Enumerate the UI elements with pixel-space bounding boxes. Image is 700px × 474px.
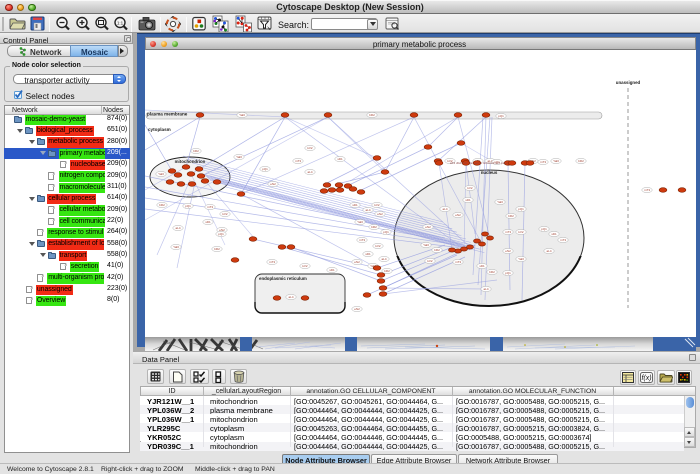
svg-text:mT3: mT3 [505,230,511,234]
svg-text:pQ1: pQ1 [383,230,389,234]
svg-text:eN2: eN2 [425,225,431,229]
svg-text:Yal0: Yal0 [357,220,363,224]
svg-text:Yal0: Yal0 [518,257,524,261]
svg-text:mT3: mT3 [207,205,213,209]
svg-text:aL4: aL4 [546,249,551,253]
svg-text:mT3: mT3 [455,260,461,264]
svg-text:1:1: 1:1 [117,21,124,26]
svg-text:mT3: mT3 [540,160,546,164]
svg-text:sD1: sD1 [329,268,335,272]
svg-text:aT2 dG1 rR0 annotation.GO bC4: aT2 dG1 rR0 annotation.GO bC4 nnX paL2 [450,161,508,165]
svg-text:bR2: bR2 [508,214,514,218]
svg-text:aL4: aL4 [381,257,386,261]
svg-text:unassigned: unassigned [615,80,640,85]
svg-text:bR2: bR2 [214,247,220,251]
svg-text:mT3: mT3 [560,238,566,242]
svg-text:eN2: eN2 [377,212,383,216]
svg-text:aL4: aL4 [483,287,488,291]
svg-text:kV2: kV2 [374,203,380,207]
svg-text:sD1: sD1 [365,252,371,256]
svg-text:pQ1: pQ1 [505,271,511,275]
svg-text:mT3: mT3 [644,188,650,192]
svg-text:sD1: sD1 [479,264,485,268]
svg-text:kV2: kV2 [518,230,524,234]
svg-text:kV2: kV2 [307,146,313,150]
svg-text:bR2: bR2 [369,113,375,117]
svg-text:mitochondrion: mitochondrion [174,159,205,164]
svg-text:eN2: eN2 [354,260,360,264]
svg-text:pQ1: pQ1 [541,227,547,231]
svg-text:Yal0: Yal0 [239,113,245,117]
svg-text:bR2: bR2 [434,248,440,252]
svg-text:bR2: bR2 [371,225,377,229]
svg-text:sD1: sD1 [205,220,211,224]
svg-text:pQ1: pQ1 [498,114,504,118]
svg-text:pQ1: pQ1 [218,232,224,236]
svg-text:Yal0: Yal0 [497,200,503,204]
svg-text:Yal0: Yal0 [553,159,559,163]
svg-text:aL4: aL4 [442,207,447,211]
svg-text:sD1: sD1 [337,157,343,161]
svg-text:mT3: mT3 [359,238,365,242]
svg-text:eN2: eN2 [505,249,511,253]
svg-text:plasma membrane: plasma membrane [147,112,188,117]
svg-text:nucleus: nucleus [480,170,497,175]
svg-text:eN2: eN2 [270,182,276,186]
svg-text:kV2: kV2 [427,259,433,263]
svg-text:sD1: sD1 [465,198,471,202]
svg-text:sD1: sD1 [551,232,557,236]
svg-text:aL4: aL4 [288,295,293,299]
svg-text:kV2: kV2 [222,212,228,216]
svg-text:mT3: mT3 [269,260,275,264]
svg-text:Yal0: Yal0 [173,245,179,249]
svg-text:aL4: aL4 [365,208,370,212]
svg-text:bR2: bR2 [578,159,584,163]
svg-text:cytoplasm: cytoplasm [148,127,171,132]
svg-text:pQ1: pQ1 [262,167,268,171]
svg-text:Yal0: Yal0 [158,172,164,176]
svg-text:aL4: aL4 [175,226,180,230]
svg-text:sD1: sD1 [352,203,358,207]
svg-text:kV2: kV2 [467,186,473,190]
svg-text:aL4: aL4 [307,170,312,174]
svg-text:Yal0: Yal0 [423,243,429,247]
svg-text:bR2: bR2 [489,270,495,274]
svg-text:pQ1: pQ1 [518,207,524,211]
svg-text:kV2: kV2 [302,264,308,268]
svg-text:bR2: bR2 [193,149,199,153]
svg-text:endoplasmic reticulum: endoplasmic reticulum [259,276,307,281]
svg-text:kV2: kV2 [375,244,381,248]
svg-text:bR2: bR2 [384,269,390,273]
svg-text:eN2: eN2 [354,307,360,311]
svg-text:eN2: eN2 [455,213,461,217]
svg-text:mT3: mT3 [295,159,301,163]
svg-text:bR2: bR2 [159,203,165,207]
svg-text:pQ1: pQ1 [185,204,191,208]
svg-text:Yal0: Yal0 [236,155,242,159]
svg-text:f(x): f(x) [641,375,651,382]
